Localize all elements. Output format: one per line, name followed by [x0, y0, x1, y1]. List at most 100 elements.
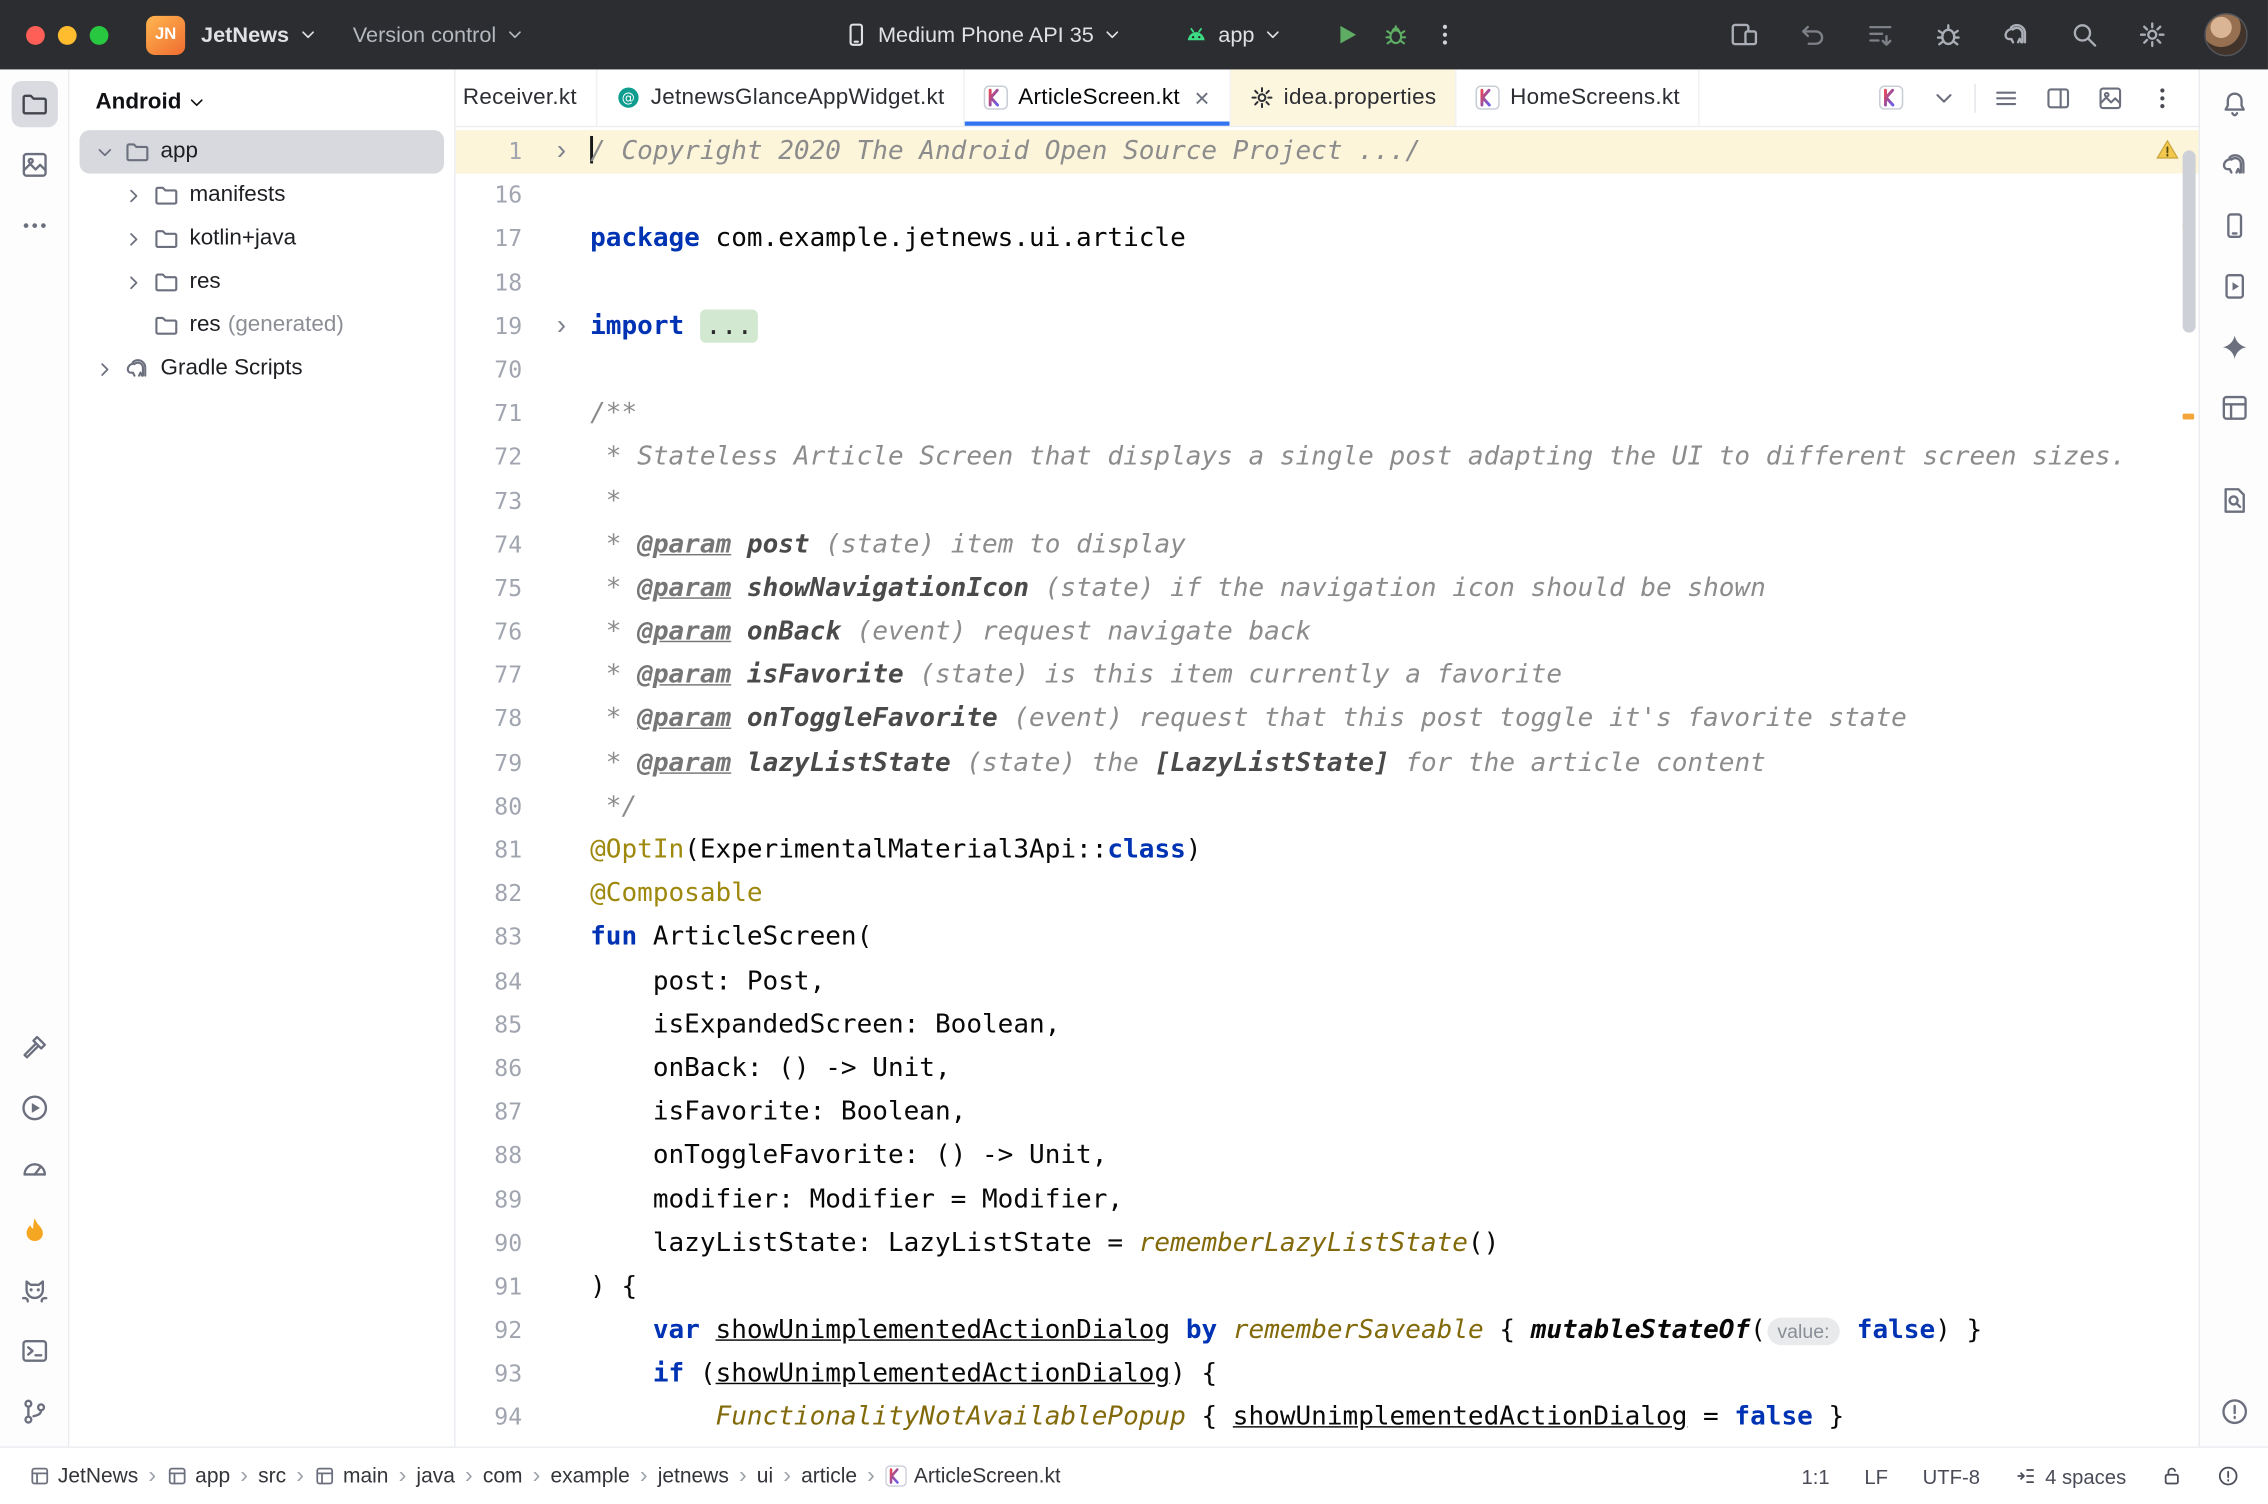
project-folder-button[interactable] — [11, 81, 57, 127]
tree-item-app[interactable]: app — [80, 130, 444, 173]
line-number[interactable]: 93 — [456, 1353, 523, 1397]
breadcrumb-item-main[interactable]: main — [314, 1464, 388, 1487]
line-number[interactable]: 84 — [456, 960, 523, 1004]
tree-item-res[interactable]: res(generated) — [80, 304, 444, 347]
code-line-80[interactable]: 80 */ — [456, 785, 2199, 829]
device-manager-button[interactable] — [2211, 202, 2257, 248]
code-line-1[interactable]: 1›/ Copyright 2020 The Android Open Sour… — [456, 130, 2199, 174]
problems-button[interactable] — [2211, 1389, 2257, 1435]
line-number[interactable]: 90 — [456, 1222, 523, 1266]
preview-button[interactable] — [2089, 76, 2132, 119]
breadcrumb-item-jetnews[interactable]: JetNews — [29, 1464, 138, 1487]
run-button[interactable] — [1322, 10, 1371, 59]
line-number[interactable]: 16 — [456, 174, 523, 218]
line-number[interactable]: 18 — [456, 261, 523, 305]
breadcrumb-item-jetnews[interactable]: jetnews — [658, 1464, 729, 1487]
chevron-right-icon[interactable] — [117, 184, 149, 206]
debug-button[interactable] — [1372, 10, 1421, 59]
code-line-77[interactable]: 77 * @param isFavorite (state) is this i… — [456, 654, 2199, 698]
line-separator[interactable]: LF — [1853, 1459, 1900, 1494]
line-number[interactable]: 78 — [456, 698, 523, 742]
gradle-button[interactable] — [2211, 142, 2257, 188]
inspections-widget[interactable] — [2155, 137, 2180, 167]
indent-style[interactable]: 4 spaces — [2003, 1459, 2138, 1494]
line-number[interactable]: 72 — [456, 436, 523, 480]
find-button[interactable] — [2211, 477, 2257, 523]
code-line-72[interactable]: 72 * Stateless Article Screen that displ… — [456, 436, 2199, 480]
line-number[interactable]: 92 — [456, 1309, 523, 1353]
user-avatar[interactable] — [2204, 13, 2247, 56]
code-line-90[interactable]: 90 lazyListState: LazyListState = rememb… — [456, 1222, 2199, 1266]
code-line-78[interactable]: 78 * @param onToggleFavorite (event) req… — [456, 698, 2199, 742]
tree-item-res[interactable]: res — [80, 260, 444, 303]
profiler-button[interactable] — [11, 1146, 57, 1192]
line-number[interactable]: 77 — [456, 654, 523, 698]
chevron-right-icon[interactable] — [88, 358, 120, 380]
breadcrumb-item-src[interactable]: src — [258, 1464, 286, 1487]
code-line-82[interactable]: 82@Composable — [456, 872, 2199, 916]
line-number[interactable]: 19 — [456, 305, 523, 349]
line-number[interactable]: 73 — [456, 479, 523, 523]
line-number[interactable]: 71 — [456, 392, 523, 436]
line-number[interactable]: 86 — [456, 1047, 523, 1091]
line-number[interactable]: 87 — [456, 1091, 523, 1135]
breadcrumb-item-example[interactable]: example — [550, 1464, 629, 1487]
file-encoding[interactable]: UTF-8 — [1911, 1459, 1992, 1494]
project-switcher[interactable]: JetNews — [191, 15, 328, 54]
more-button[interactable] — [11, 202, 57, 248]
git-branch-button[interactable] — [11, 1389, 57, 1435]
code-editor[interactable]: 1›/ Copyright 2020 The Android Open Sour… — [456, 127, 2199, 1446]
breadcrumb-item-article[interactable]: article — [801, 1464, 857, 1487]
line-number[interactable]: 81 — [456, 829, 523, 873]
code-line-94[interactable]: 94 FunctionalityNotAvailablePopup { show… — [456, 1396, 2199, 1440]
line-number[interactable]: 1 — [456, 130, 523, 174]
code-line-83[interactable]: 83fun ArticleScreen( — [456, 916, 2199, 960]
hidden-tabs-button[interactable] — [1922, 76, 1965, 119]
chevron-right-icon[interactable] — [117, 271, 149, 293]
code-line-73[interactable]: 73 * — [456, 479, 2199, 523]
gradle-sync-button[interactable] — [1993, 12, 2039, 58]
run-config-selector[interactable]: app — [1173, 14, 1293, 54]
line-number[interactable]: 70 — [456, 348, 523, 392]
code-line-91[interactable]: 91) { — [456, 1265, 2199, 1309]
editor-options-button[interactable] — [2141, 76, 2184, 119]
code-line-87[interactable]: 87 isFavorite: Boolean, — [456, 1091, 2199, 1135]
split-editor-button[interactable] — [2037, 76, 2080, 119]
code-line-93[interactable]: 93 if (showUnimplementedActionDialog) { — [456, 1353, 2199, 1397]
line-number[interactable]: 88 — [456, 1134, 523, 1178]
notifications-button[interactable] — [2211, 81, 2257, 127]
code-line-17[interactable]: 17package com.example.jetnews.ui.article — [456, 218, 2199, 262]
project-view-selector[interactable]: Android — [87, 84, 216, 122]
code-line-85[interactable]: 85 isExpandedScreen: Boolean, — [456, 1003, 2199, 1047]
code-line-81[interactable]: 81@OptIn(ExperimentalMaterial3Api::class… — [456, 829, 2199, 873]
vcs-menu[interactable]: Version control — [343, 15, 536, 54]
run-button[interactable] — [11, 1085, 57, 1131]
device-selector[interactable]: Medium Phone API 35 — [833, 14, 1133, 54]
code-line-79[interactable]: 79 * @param lazyListState (state) the [L… — [456, 741, 2199, 785]
more-actions-button[interactable] — [1421, 10, 1470, 59]
code-line-76[interactable]: 76 * @param onBack (event) request navig… — [456, 610, 2199, 654]
breadcrumb-item-app[interactable]: app — [166, 1464, 230, 1487]
line-number[interactable]: 91 — [456, 1265, 523, 1309]
line-number[interactable]: 83 — [456, 916, 523, 960]
caret-position[interactable]: 1:1 — [1790, 1459, 1841, 1494]
problems-indicator[interactable] — [2206, 1459, 2251, 1492]
window-minimize-button[interactable] — [58, 25, 77, 44]
breadcrumb-item-ui[interactable]: ui — [757, 1464, 773, 1487]
code-line-84[interactable]: 84 post: Post, — [456, 960, 2199, 1004]
build-analyzer-button[interactable] — [1857, 12, 1903, 58]
code-line-19[interactable]: 19›import ... — [456, 305, 2199, 349]
line-number[interactable]: 79 — [456, 741, 523, 785]
build-button[interactable] — [11, 1024, 57, 1070]
close-tab-icon[interactable]: × — [1194, 85, 1210, 111]
tree-item-kotlin-java[interactable]: kotlin+java — [80, 217, 444, 260]
breadcrumb-item-articlescreen-kt[interactable]: ArticleScreen.kt — [885, 1464, 1061, 1487]
window-zoom-button[interactable] — [90, 25, 109, 44]
code-line-16[interactable]: 16 — [456, 174, 2199, 218]
device-pair-button[interactable] — [1721, 12, 1767, 58]
code-line-88[interactable]: 88 onToggleFavorite: () -> Unit, — [456, 1134, 2199, 1178]
code-line-71[interactable]: 71/** — [456, 392, 2199, 436]
settings-button[interactable] — [2129, 12, 2175, 58]
line-number[interactable]: 74 — [456, 523, 523, 567]
line-number[interactable]: 80 — [456, 785, 523, 829]
